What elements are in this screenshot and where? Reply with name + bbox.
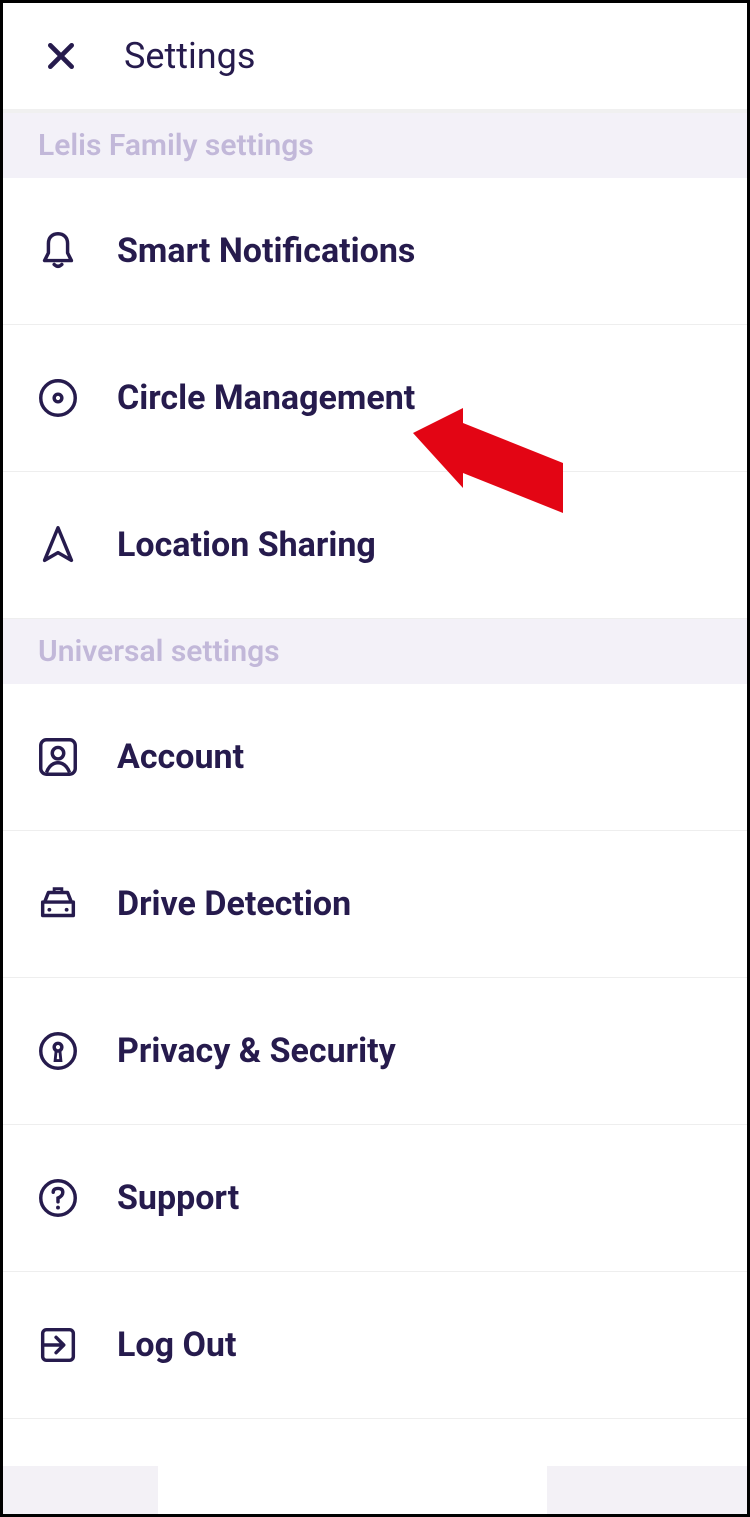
person-icon xyxy=(33,732,83,782)
menu-label: Location Sharing xyxy=(117,525,376,565)
bottom-bar xyxy=(3,1466,747,1514)
circle-icon xyxy=(33,373,83,423)
question-icon xyxy=(33,1173,83,1223)
header: Settings xyxy=(3,3,747,113)
menu-item-log-out[interactable]: Log Out xyxy=(3,1272,747,1419)
menu-item-drive-detection[interactable]: Drive Detection xyxy=(3,831,747,978)
bottom-right xyxy=(547,1466,747,1514)
section-header-family: Lelis Family settings xyxy=(3,113,747,178)
close-icon xyxy=(45,40,77,72)
section-header-universal: Universal settings xyxy=(3,619,747,684)
menu-item-support[interactable]: Support xyxy=(3,1125,747,1272)
menu-label: Log Out xyxy=(117,1325,236,1365)
car-icon xyxy=(33,879,83,929)
bell-icon xyxy=(33,226,83,276)
menu-label: Privacy & Security xyxy=(117,1031,396,1071)
page-title: Settings xyxy=(124,35,255,77)
menu-item-smart-notifications[interactable]: Smart Notifications xyxy=(3,178,747,325)
menu-label: Drive Detection xyxy=(117,884,351,924)
bottom-center xyxy=(158,1466,547,1514)
menu-label: Circle Management xyxy=(117,378,415,418)
menu-label: Support xyxy=(117,1178,239,1218)
keyhole-icon xyxy=(33,1026,83,1076)
menu-label: Account xyxy=(117,737,244,777)
bottom-left xyxy=(3,1466,158,1514)
menu-label: Smart Notifications xyxy=(117,231,415,271)
navigation-icon xyxy=(33,520,83,570)
menu-item-location-sharing[interactable]: Location Sharing xyxy=(3,472,747,619)
menu-item-circle-management[interactable]: Circle Management xyxy=(3,325,747,472)
logout-icon xyxy=(33,1320,83,1370)
close-button[interactable] xyxy=(38,33,84,79)
menu-item-privacy-security[interactable]: Privacy & Security xyxy=(3,978,747,1125)
menu-item-account[interactable]: Account xyxy=(3,684,747,831)
